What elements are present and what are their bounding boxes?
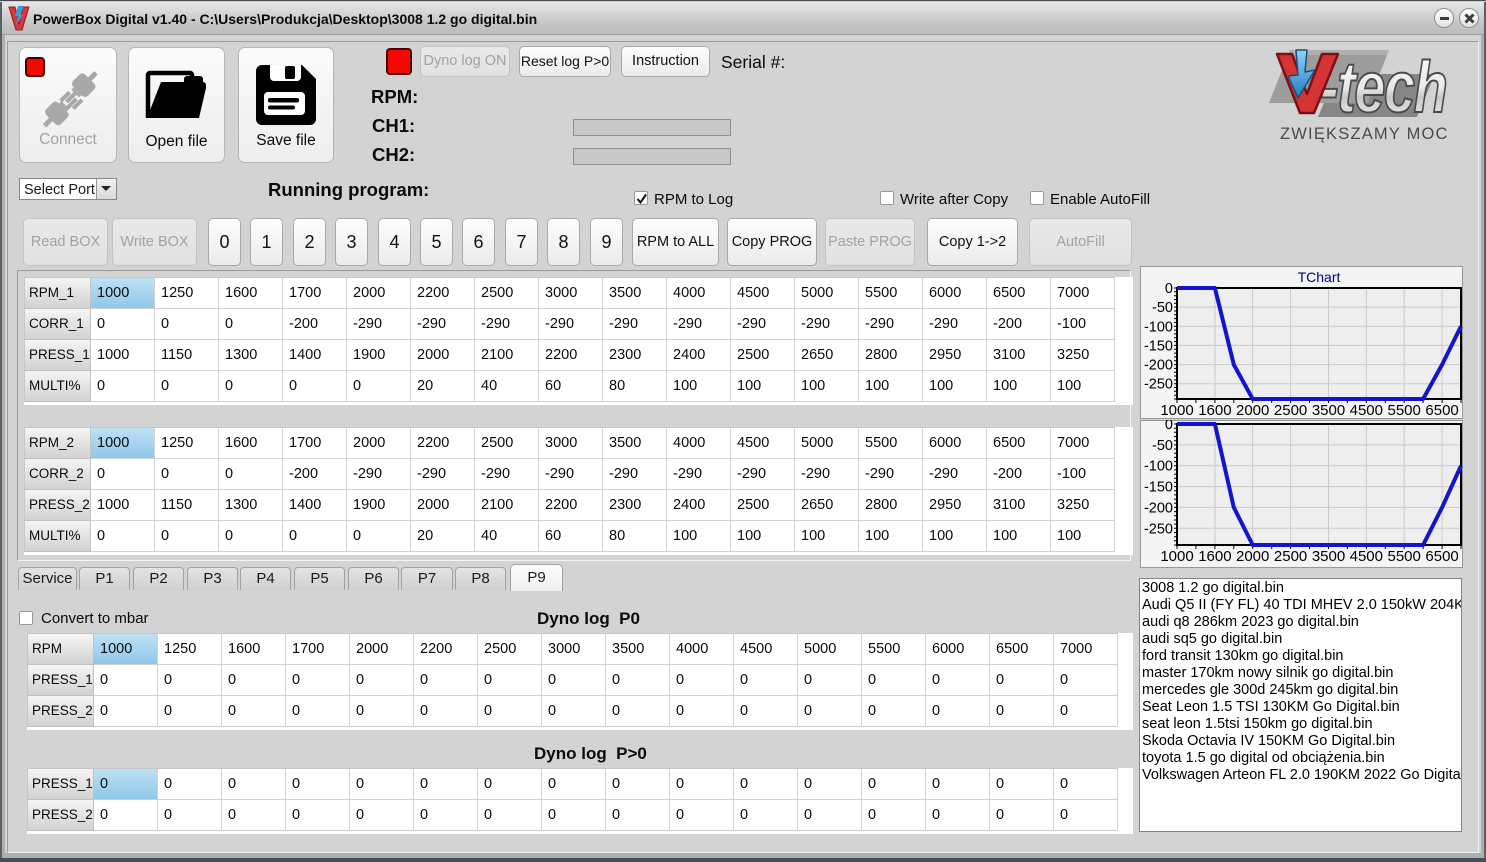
svg-text:-50: -50 bbox=[1152, 438, 1173, 454]
svg-text:-100: -100 bbox=[1144, 459, 1173, 475]
svg-text:-200: -200 bbox=[1144, 500, 1173, 516]
svg-text:1000: 1000 bbox=[1160, 402, 1193, 419]
svg-text:ZWIĘKSZAMY MOC: ZWIĘKSZAMY MOC bbox=[1280, 125, 1449, 143]
svg-text:6500: 6500 bbox=[1425, 548, 1458, 565]
svg-text:-tech: -tech bbox=[1320, 47, 1446, 127]
svg-text:0: 0 bbox=[1165, 281, 1173, 297]
svg-text:-200: -200 bbox=[1144, 358, 1173, 374]
svg-text:4500: 4500 bbox=[1350, 548, 1383, 565]
svg-text:-150: -150 bbox=[1144, 338, 1173, 354]
svg-text:4500: 4500 bbox=[1350, 402, 1383, 419]
svg-text:2500: 2500 bbox=[1274, 402, 1307, 419]
svg-text:2500: 2500 bbox=[1274, 548, 1307, 565]
svg-text:0: 0 bbox=[1165, 420, 1173, 433]
svg-text:2000: 2000 bbox=[1236, 548, 1269, 565]
svg-text:5500: 5500 bbox=[1388, 548, 1421, 565]
svg-text:6500: 6500 bbox=[1425, 402, 1458, 419]
svg-text:TChart: TChart bbox=[1298, 269, 1341, 285]
svg-text:1600: 1600 bbox=[1198, 402, 1231, 419]
svg-text:-150: -150 bbox=[1144, 480, 1173, 496]
svg-text:3500: 3500 bbox=[1312, 402, 1345, 419]
svg-text:-100: -100 bbox=[1144, 319, 1173, 335]
svg-text:3500: 3500 bbox=[1312, 548, 1345, 565]
svg-text:1000: 1000 bbox=[1160, 548, 1193, 565]
svg-text:-250: -250 bbox=[1144, 377, 1173, 393]
svg-text:1600: 1600 bbox=[1198, 548, 1231, 565]
svg-text:-50: -50 bbox=[1152, 300, 1173, 316]
svg-text:2000: 2000 bbox=[1236, 402, 1269, 419]
svg-text:-250: -250 bbox=[1144, 521, 1173, 537]
svg-text:5500: 5500 bbox=[1388, 402, 1421, 419]
